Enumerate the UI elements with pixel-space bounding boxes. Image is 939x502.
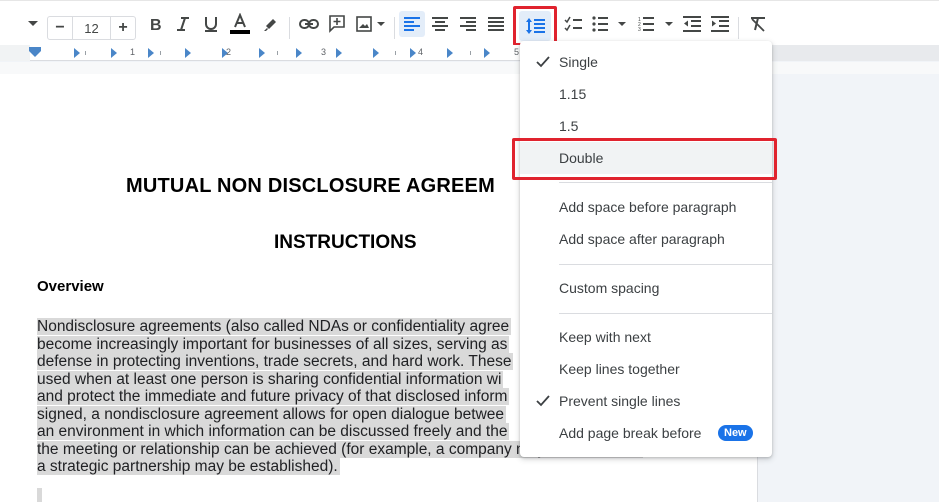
- highlight-color-button[interactable]: [259, 11, 281, 37]
- menu-item-add-page-break-before[interactable]: Add page break before New: [520, 417, 772, 449]
- tab-stop[interactable]: [185, 48, 191, 58]
- tab-stop[interactable]: [410, 48, 416, 58]
- tab-stop[interactable]: [373, 48, 379, 58]
- ruler-tick: [160, 51, 161, 55]
- menu-item-custom-spacing[interactable]: Custom spacing: [520, 272, 772, 304]
- menu-item-prevent-single-lines[interactable]: Prevent single lines: [520, 385, 772, 417]
- indent-increase-icon: [711, 16, 729, 32]
- ruler-margin-right: [770, 45, 939, 61]
- chevron-down-icon: [28, 21, 38, 26]
- menu-item-1-15[interactable]: 1.15: [520, 78, 772, 110]
- ruler-number: 4: [418, 47, 424, 57]
- ruler[interactable]: 1 2 3 4 5: [0, 45, 939, 61]
- ruler-number: 2: [226, 47, 232, 57]
- justify-button[interactable]: [484, 11, 508, 37]
- numbered-list-icon: 123: [638, 17, 673, 32]
- underline-button[interactable]: [200, 11, 222, 37]
- clear-formatting-icon: [751, 17, 765, 32]
- italic-button[interactable]: [172, 11, 194, 37]
- italic-icon: [177, 17, 189, 31]
- menu-divider: [559, 182, 772, 183]
- ruler-number: 1: [130, 47, 136, 57]
- menu-item-keep-lines-together[interactable]: Keep lines together: [520, 353, 772, 385]
- tab-stop[interactable]: [74, 48, 80, 58]
- menu-divider: [559, 313, 772, 314]
- document-title: MUTUAL NON DISCLOSURE AGREEM: [126, 175, 495, 197]
- section-heading: Overview: [37, 278, 104, 295]
- underline-icon: [205, 17, 217, 32]
- toolbar-divider: [738, 17, 739, 39]
- checklist-button[interactable]: [562, 11, 584, 37]
- font-size-input[interactable]: 12: [72, 17, 111, 39]
- checkmark-icon: [536, 395, 550, 407]
- increase-font-size-button[interactable]: +: [111, 17, 135, 39]
- checkmark-icon: [536, 56, 550, 68]
- annotation-highlight-line-spacing: [513, 6, 557, 46]
- checklist-icon: [564, 16, 582, 32]
- page-gap: [0, 62, 939, 74]
- image-icon: [356, 16, 385, 32]
- clear-formatting-button[interactable]: [747, 11, 769, 37]
- svg-text:B: B: [150, 17, 162, 32]
- bold-button[interactable]: B: [144, 11, 166, 37]
- left-indent-handle[interactable]: [29, 51, 41, 57]
- font-size-control: − 12 +: [47, 16, 136, 40]
- align-left-button[interactable]: [399, 11, 425, 37]
- tab-stop[interactable]: [336, 48, 342, 58]
- menu-item-add-space-after[interactable]: Add space after paragraph: [520, 223, 772, 255]
- bulleted-list-icon: [592, 16, 626, 32]
- ruler-tick: [395, 51, 396, 55]
- bulleted-list-button[interactable]: [591, 11, 627, 37]
- menu-item-single[interactable]: Single: [520, 46, 772, 78]
- line-spacing-menu: Single 1.15 1.5 Double Add space before …: [520, 41, 772, 457]
- selection-continuation: [37, 488, 42, 502]
- text-color-button[interactable]: [228, 11, 252, 37]
- tab-stop[interactable]: [111, 48, 117, 58]
- align-right-icon: [460, 17, 476, 31]
- tab-stop[interactable]: [259, 48, 265, 58]
- ruler-number: 5: [514, 47, 520, 57]
- add-comment-button[interactable]: [326, 11, 348, 37]
- ruler-tick: [470, 51, 471, 55]
- bold-icon: B: [150, 17, 162, 32]
- font-dropdown-caret[interactable]: [25, 11, 41, 37]
- document-subtitle: INSTRUCTIONS: [274, 232, 417, 253]
- text-color-icon: [230, 13, 250, 34]
- decrease-font-size-button[interactable]: −: [48, 17, 72, 39]
- ruler-tick: [277, 51, 278, 55]
- toolbar-divider: [289, 17, 290, 39]
- tab-stop[interactable]: [484, 48, 490, 58]
- annotation-highlight-double: [512, 138, 777, 180]
- indent-decrease-icon: [683, 16, 701, 32]
- insert-link-button[interactable]: [297, 11, 321, 37]
- tab-stop[interactable]: [148, 48, 154, 58]
- align-left-icon: [404, 17, 420, 31]
- tab-stop[interactable]: [447, 48, 453, 58]
- menu-item-keep-with-next[interactable]: Keep with next: [520, 321, 772, 353]
- ruler-tick: [85, 51, 86, 55]
- insert-image-button[interactable]: [354, 11, 388, 37]
- align-center-button[interactable]: [428, 11, 452, 37]
- menu-divider: [559, 264, 772, 265]
- ruler-number: 3: [321, 47, 327, 57]
- numbered-list-button[interactable]: 123: [637, 11, 675, 37]
- highlighter-icon: [264, 19, 276, 31]
- align-center-icon: [432, 17, 448, 31]
- paragraph-line: a strategic partnership may be establish…: [37, 458, 340, 475]
- new-badge: New: [718, 425, 753, 441]
- tab-stop[interactable]: [296, 48, 302, 58]
- toolbar-divider: [394, 17, 395, 39]
- decrease-indent-button[interactable]: [681, 11, 703, 37]
- formatting-toolbar: − 12 + B 1 2 3: [0, 0, 939, 46]
- ruler-margin-left: [0, 45, 30, 61]
- increase-indent-button[interactable]: [709, 11, 731, 37]
- link-icon: [299, 19, 319, 29]
- align-right-button[interactable]: [456, 11, 480, 37]
- comment-add-icon: [329, 15, 345, 33]
- menu-item-add-space-before[interactable]: Add space before paragraph: [520, 191, 772, 223]
- svg-text:3: 3: [638, 27, 641, 32]
- align-justify-icon: [488, 17, 504, 31]
